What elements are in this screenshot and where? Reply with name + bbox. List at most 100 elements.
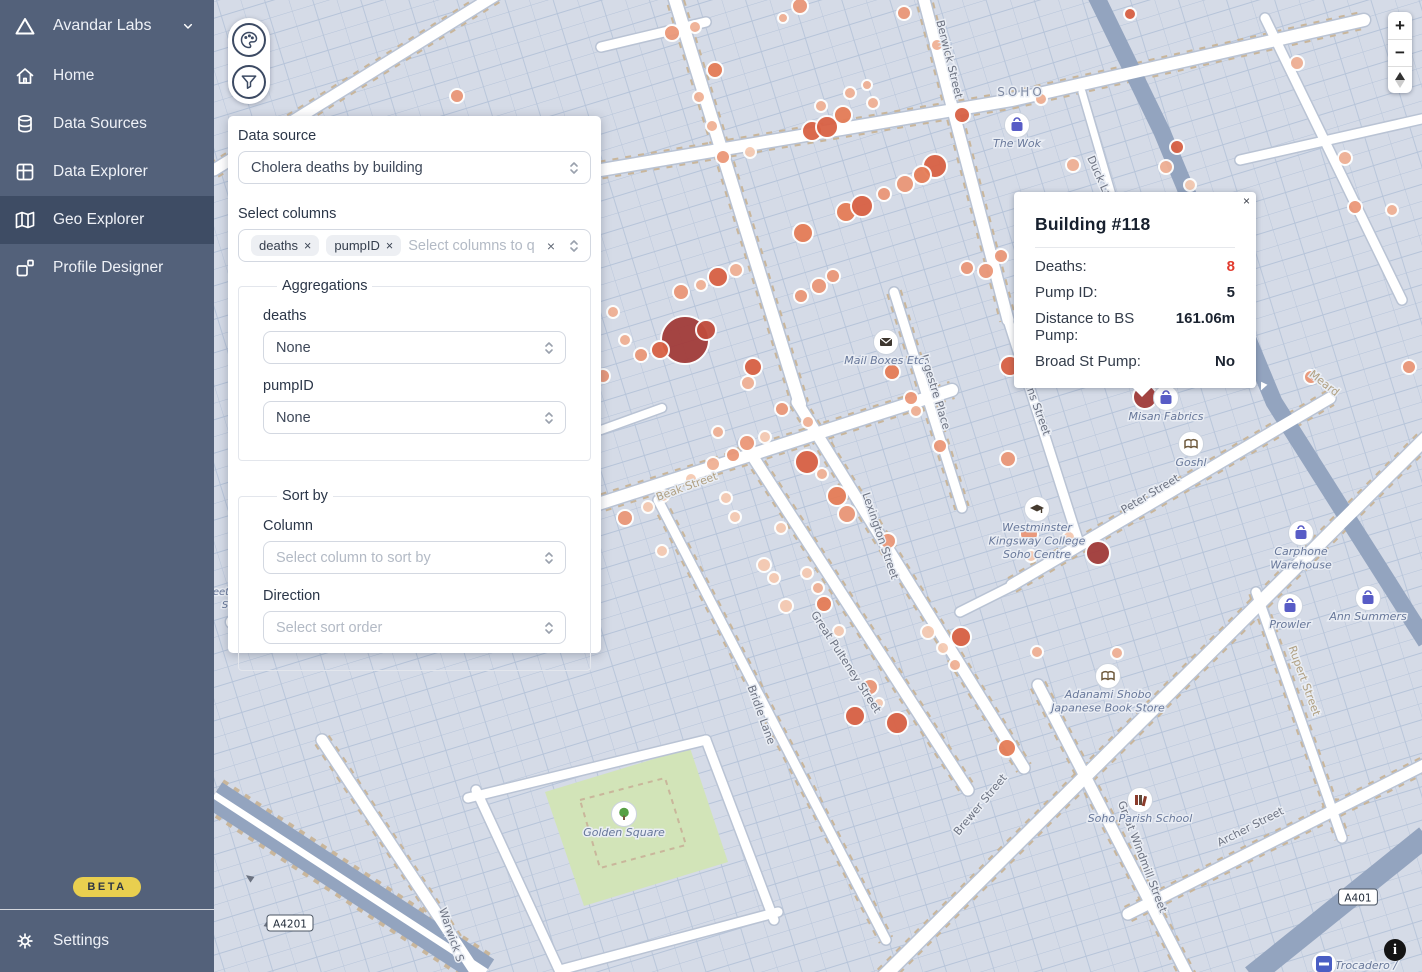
poi-label: Misan Fabrics xyxy=(1129,410,1204,423)
sidebar: Avandar Labs Home Data Sources Data Expl… xyxy=(0,0,214,972)
compass-south-icon xyxy=(1395,80,1405,88)
death-dot xyxy=(1086,541,1110,565)
columns-multiselect[interactable]: deaths × pumpID × Select columns to qu × xyxy=(238,229,591,262)
popup-title: Building #118 xyxy=(1035,214,1235,235)
death-dot xyxy=(778,13,788,23)
death-dot xyxy=(1184,179,1196,191)
zoom-out-button[interactable]: − xyxy=(1388,39,1412,66)
death-dot xyxy=(793,223,813,243)
svg-text:A401: A401 xyxy=(1344,893,1371,905)
death-dot xyxy=(949,659,961,671)
popup-row-deaths: Deaths: 8 xyxy=(1035,258,1235,275)
sidebar-item-home[interactable]: Home xyxy=(0,52,214,100)
agg-pumpid-label: pumpID xyxy=(263,378,566,394)
aggregations-legend: Aggregations xyxy=(277,278,372,294)
home-icon xyxy=(13,64,37,88)
death-dot xyxy=(1348,200,1362,214)
chip-remove-icon[interactable]: × xyxy=(386,239,393,253)
death-dot xyxy=(775,522,787,534)
death-dot xyxy=(1386,204,1398,216)
agg-pumpid-select[interactable]: None xyxy=(263,401,566,434)
aggregations-group: Aggregations deaths None pumpID None xyxy=(238,278,591,461)
death-dot xyxy=(450,89,464,103)
funnel-icon xyxy=(239,72,259,92)
death-dot xyxy=(978,263,994,279)
select-chevrons-icon xyxy=(543,340,555,356)
popup-row-value: 5 xyxy=(1227,284,1235,301)
street-label: SOHO xyxy=(997,85,1045,99)
poi-label: Carphone xyxy=(1274,545,1328,558)
sidebar-item-data-explorer[interactable]: Data Explorer xyxy=(0,148,214,196)
death-dot xyxy=(792,0,808,14)
sidebar-item-label: Geo Explorer xyxy=(53,211,144,229)
attribution-info-button[interactable]: i xyxy=(1384,939,1406,961)
poi-label: Goshl xyxy=(1175,456,1206,469)
data-source-value: Cholera deaths by building xyxy=(251,160,562,176)
column-chip-pumpid[interactable]: pumpID × xyxy=(326,235,401,256)
death-dot xyxy=(759,431,771,443)
sort-column-select[interactable]: Select column to sort by xyxy=(263,541,566,574)
sidebar-item-geo-explorer[interactable]: Geo Explorer xyxy=(0,196,214,244)
agg-deaths-label: deaths xyxy=(263,308,566,324)
select-chevrons-icon xyxy=(543,410,555,426)
death-dot xyxy=(689,21,701,33)
death-dot xyxy=(812,582,824,594)
chip-remove-icon[interactable]: × xyxy=(304,239,311,253)
death-dot xyxy=(775,402,789,416)
death-dot xyxy=(844,87,856,99)
poi-label: Soho Parish School xyxy=(1088,812,1193,825)
map-zoom-control: + − xyxy=(1388,12,1412,93)
brand-name: Avandar Labs xyxy=(53,17,151,35)
death-dot xyxy=(896,175,914,193)
popup-row-label: Distance to BS Pump: xyxy=(1035,310,1176,344)
agg-deaths-select[interactable]: None xyxy=(263,331,566,364)
death-dot xyxy=(897,6,911,20)
sidebar-item-settings[interactable]: Settings xyxy=(0,910,214,972)
agg-pumpid-value: None xyxy=(276,410,537,426)
brand-menu[interactable]: Avandar Labs xyxy=(0,0,214,52)
death-dot xyxy=(933,439,947,453)
columns-placeholder: Select columns to qu xyxy=(408,238,534,254)
clear-selection-icon[interactable]: × xyxy=(547,238,555,254)
poi-label: The Wok xyxy=(993,137,1042,150)
poi-label: Kingsway College xyxy=(989,535,1086,548)
death-dot xyxy=(656,545,668,557)
death-dot xyxy=(1031,646,1043,658)
query-panel: Data source Cholera deaths by building S… xyxy=(228,116,601,653)
filter-button[interactable] xyxy=(232,65,266,99)
popup-anchor-tip xyxy=(1132,387,1152,397)
death-dot xyxy=(1159,160,1173,174)
popup-close-icon[interactable]: × xyxy=(1243,195,1250,207)
sidebar-item-profile-designer[interactable]: Profile Designer xyxy=(0,244,214,292)
death-dot xyxy=(1338,151,1352,165)
sidebar-item-label: Data Sources xyxy=(53,115,147,133)
popup-row-value-deaths: 8 xyxy=(1227,258,1235,275)
data-source-select[interactable]: Cholera deaths by building xyxy=(238,151,591,184)
death-dot xyxy=(877,187,891,201)
death-dot xyxy=(651,341,669,359)
death-dot xyxy=(838,505,856,523)
palette-icon xyxy=(239,30,259,50)
death-dot xyxy=(904,391,918,405)
style-palette-button[interactable] xyxy=(232,23,266,57)
death-dot xyxy=(744,358,762,376)
death-dot xyxy=(779,599,793,613)
data-source-label: Data source xyxy=(238,128,591,144)
death-dot xyxy=(706,457,720,471)
blocks-icon xyxy=(13,256,37,280)
zoom-in-button[interactable]: + xyxy=(1388,12,1412,39)
compass-button[interactable] xyxy=(1388,66,1412,93)
sidebar-item-label: Profile Designer xyxy=(53,259,163,277)
death-dot xyxy=(729,263,743,277)
poi-label: Westminster xyxy=(1002,521,1073,534)
sort-group: Sort by Column Select column to sort by … xyxy=(238,488,591,671)
death-dot xyxy=(695,279,707,291)
sort-legend: Sort by xyxy=(277,488,333,504)
chevron-down-icon[interactable] xyxy=(176,18,200,34)
poi-label: Japanese Book Store xyxy=(1049,702,1165,715)
column-chip-deaths[interactable]: deaths × xyxy=(251,235,319,256)
death-dot xyxy=(960,261,974,275)
sort-direction-select[interactable]: Select sort order xyxy=(263,611,566,644)
sidebar-item-data-sources[interactable]: Data Sources xyxy=(0,100,214,148)
death-dot xyxy=(998,739,1016,757)
